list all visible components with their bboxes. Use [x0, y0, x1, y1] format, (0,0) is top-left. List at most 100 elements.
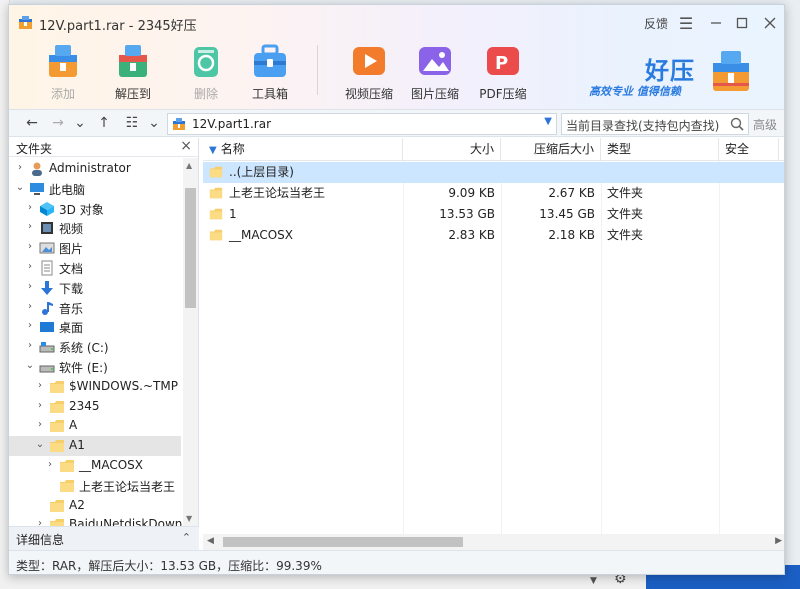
- search-input[interactable]: 当前目录查找(支持包内查找): [561, 113, 749, 135]
- chevron-down-icon[interactable]: ⌄: [15, 182, 25, 193]
- chevron-right-icon[interactable]: ›: [35, 380, 45, 391]
- chevron-right-icon[interactable]: ›: [25, 202, 35, 213]
- tree-item[interactable]: › 音乐: [9, 298, 181, 318]
- tree-item[interactable]: ⌄ 软件 (E:): [9, 357, 181, 377]
- tree-item[interactable]: › __MACOSX: [9, 456, 181, 476]
- extract-to-button[interactable]: 解压到: [101, 41, 165, 105]
- view-mode-dropdown-icon[interactable]: ⌄: [145, 114, 163, 132]
- pdf-compress-icon: P: [487, 47, 519, 75]
- tree-item[interactable]: › 2345: [9, 397, 181, 417]
- title-toolbar-area: 12V.part1.rar - 2345好压 反馈 ☰ 添加 解压到 删除 工具…: [9, 5, 784, 109]
- column-type[interactable]: 类型: [601, 138, 719, 161]
- address-bar: ← → ⌄ ↑ ☷ ⌄ 12V.part1.rar ▼ 当前目录查找(支持包内查…: [9, 109, 784, 137]
- tree-item[interactable]: ⌄ 此电脑: [9, 179, 181, 199]
- column-size[interactable]: 大小: [403, 138, 501, 161]
- file-size: [403, 162, 501, 183]
- column-packed-size[interactable]: 压缩后大小: [501, 138, 601, 161]
- chevron-right-icon[interactable]: ›: [25, 320, 35, 331]
- tree-item[interactable]: › 桌面: [9, 317, 181, 337]
- tree-item[interactable]: › $WINDOWS.~TMP: [9, 377, 181, 397]
- video-compress-button[interactable]: 视频压缩: [337, 41, 401, 105]
- chevron-right-icon[interactable]: ›: [25, 340, 35, 351]
- tree-item[interactable]: › 视频: [9, 218, 181, 238]
- chevron-right-icon[interactable]: ›: [25, 241, 35, 252]
- file-packed-size: 2.18 KB: [548, 228, 595, 242]
- maximize-button[interactable]: [731, 11, 753, 35]
- add-button[interactable]: 添加: [31, 41, 95, 105]
- file-size: 2.83 KB: [448, 228, 495, 242]
- tree-item[interactable]: › 图片: [9, 238, 181, 258]
- scroll-left-icon[interactable]: ◀: [207, 536, 214, 546]
- chevron-right-icon[interactable]: ›: [15, 162, 25, 173]
- file-size: 13.53 GB: [439, 207, 495, 221]
- tree-item[interactable]: › A: [9, 416, 181, 436]
- chevron-right-icon[interactable]: ›: [25, 261, 35, 272]
- column-name[interactable]: ▼ 名称: [203, 138, 403, 161]
- image-compress-button[interactable]: 图片压缩: [403, 41, 467, 105]
- documents-folder-icon: [41, 260, 53, 276]
- tree-item[interactable]: 上老王论坛当老王: [9, 476, 181, 496]
- column-security[interactable]: 安全: [719, 138, 779, 161]
- history-dropdown-icon[interactable]: ⌄: [71, 114, 89, 132]
- tree-item-label: 此电脑: [49, 182, 86, 197]
- feedback-button[interactable]: 反馈: [641, 11, 671, 35]
- horizontal-scrollbar[interactable]: ◀ ▶: [203, 534, 784, 550]
- file-row[interactable]: 上老王论坛当老王 9.09 KB 2.67 KB 文件夹: [203, 183, 784, 204]
- chevron-right-icon[interactable]: ›: [35, 518, 45, 526]
- tree-item[interactable]: › 3D 对象: [9, 199, 181, 219]
- toolbox-label: 工具箱: [251, 87, 288, 101]
- chevron-down-icon[interactable]: ⌄: [25, 360, 35, 371]
- tree-item[interactable]: A2: [9, 496, 181, 516]
- tree-item[interactable]: ⌄ A1: [9, 436, 181, 457]
- search-icon[interactable]: [729, 116, 745, 132]
- menu-icon[interactable]: ☰: [675, 11, 697, 35]
- pdf-compress-label: PDF压缩: [479, 87, 527, 101]
- chevron-right-icon[interactable]: ›: [25, 301, 35, 312]
- forward-arrow-icon[interactable]: →: [49, 114, 67, 132]
- chevron-right-icon[interactable]: ›: [25, 281, 35, 292]
- tree-item[interactable]: › 下载: [9, 278, 181, 298]
- horizontal-scroll-thumb[interactable]: [223, 537, 463, 547]
- pictures-folder-icon: [39, 242, 55, 254]
- recycle-bin-icon: [194, 47, 218, 77]
- back-arrow-icon[interactable]: ←: [23, 114, 41, 132]
- download-folder-icon: [41, 280, 53, 295]
- delete-button[interactable]: 删除: [174, 41, 238, 105]
- tree-scrollbar[interactable]: ▲ ▼: [183, 158, 198, 526]
- chevron-right-icon[interactable]: ›: [35, 419, 45, 430]
- extract-to-icon: [119, 45, 147, 77]
- toolbox-icon: [254, 44, 286, 77]
- parent-directory-row[interactable]: ..(上层目录): [203, 162, 784, 183]
- scroll-up-icon[interactable]: ▲: [186, 161, 192, 170]
- tree-scroll-thumb[interactable]: [185, 188, 196, 308]
- image-compress-label: 图片压缩: [410, 87, 459, 101]
- tree-item[interactable]: › Administrator: [9, 159, 181, 179]
- scroll-right-icon[interactable]: ▶: [775, 536, 782, 546]
- tree-item[interactable]: › 文档: [9, 258, 181, 278]
- file-row[interactable]: 1 13.53 GB 13.45 GB 文件夹: [203, 204, 784, 225]
- file-row[interactable]: __MACOSX 2.83 KB 2.18 KB 文件夹: [203, 225, 784, 246]
- path-dropdown-icon[interactable]: ▼: [544, 116, 552, 127]
- chevron-right-icon[interactable]: ›: [45, 459, 55, 470]
- advanced-search-button[interactable]: 高级: [753, 116, 777, 133]
- pdf-compress-button[interactable]: P PDF压缩: [471, 41, 535, 105]
- detail-panel-toggle[interactable]: 详细信息 ⌃: [9, 526, 199, 550]
- scroll-down-icon[interactable]: ▼: [186, 514, 192, 523]
- tree-item-label: A: [69, 418, 78, 433]
- chevron-right-icon[interactable]: ›: [35, 400, 45, 411]
- tree-item[interactable]: › BaiduNetdiskDownl: [9, 515, 186, 526]
- chevron-down-icon[interactable]: ⌄: [35, 439, 45, 450]
- chevron-right-icon[interactable]: ›: [25, 221, 35, 232]
- close-button[interactable]: [759, 11, 781, 35]
- up-arrow-icon[interactable]: ↑: [95, 114, 113, 132]
- view-mode-icon[interactable]: ☷: [123, 114, 141, 132]
- chevron-up-icon[interactable]: ⌃: [182, 531, 191, 544]
- drive-icon: [39, 365, 55, 373]
- minimize-button[interactable]: [705, 11, 727, 35]
- file-packed-size: [501, 162, 601, 183]
- folder-tree-header: 文件夹 ×: [9, 138, 198, 157]
- path-input[interactable]: 12V.part1.rar ▼: [167, 113, 557, 135]
- tree-item[interactable]: › 系统 (C:): [9, 337, 181, 357]
- toolbox-button[interactable]: 工具箱: [238, 41, 302, 105]
- close-icon[interactable]: ×: [180, 138, 192, 154]
